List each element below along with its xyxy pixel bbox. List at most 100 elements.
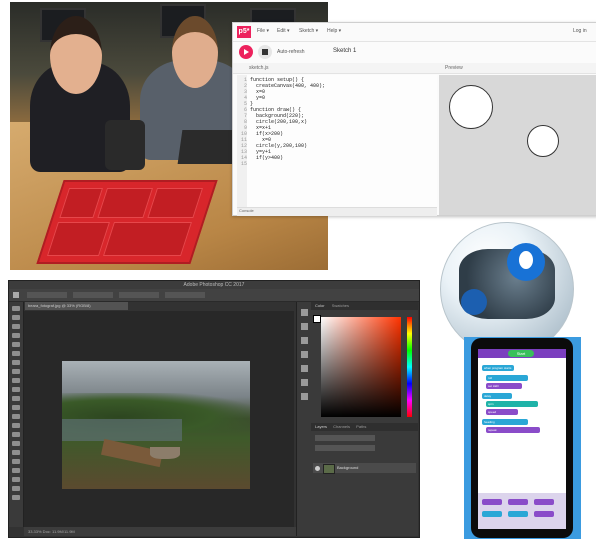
ps-dock-icon[interactable] <box>300 323 308 330</box>
palette-block[interactable] <box>508 499 528 505</box>
ps-status-bar: 33.33% Doc: 11.9M/11.9M <box>24 527 298 536</box>
tab-channels[interactable]: Channels <box>328 424 350 429</box>
ps-dock-icon[interactable] <box>300 365 308 372</box>
ps-dock-icon[interactable] <box>300 393 308 400</box>
ps-dock-icon[interactable] <box>300 309 308 316</box>
file-tab[interactable]: sketch.js <box>249 65 268 71</box>
stop-icon <box>262 49 268 55</box>
menu-sketch[interactable]: Sketch ▾ <box>299 28 318 34</box>
ps-option-field[interactable] <box>73 292 113 298</box>
ps-options-bar <box>9 289 419 302</box>
ps-tool-icon[interactable] <box>12 423 20 428</box>
ps-tool-icon[interactable] <box>12 495 20 500</box>
ps-tool-icon[interactable] <box>12 387 20 392</box>
landscape-photo <box>62 361 250 489</box>
ps-tool-icon[interactable] <box>12 432 20 437</box>
preview-label: Preview <box>445 65 463 71</box>
palette-block[interactable] <box>482 511 502 517</box>
ps-tool-icon[interactable] <box>12 459 20 464</box>
start-button[interactable]: Start <box>508 350 534 357</box>
ps-tool-icon[interactable] <box>12 405 20 410</box>
block-palette <box>478 493 566 529</box>
tab-layers[interactable]: Layers <box>311 424 327 429</box>
code-block[interactable]: roll <box>486 375 528 381</box>
foreground-color-swatch[interactable] <box>313 315 321 323</box>
line-number: 15 <box>240 161 247 167</box>
auto-refresh-checkbox[interactable]: Auto-refresh <box>277 49 305 55</box>
ps-document-tab[interactable]: beara_fotograf.jpg @ 33% (RGB/8) <box>25 302 128 310</box>
sphero-eye-highlight <box>519 251 533 269</box>
ps-option-field[interactable] <box>27 292 67 298</box>
sketch-name[interactable]: Sketch 1 <box>333 48 356 54</box>
ps-dock-icon[interactable] <box>300 379 308 386</box>
menu-help[interactable]: Help ▾ <box>327 28 341 34</box>
ps-option-field[interactable] <box>165 292 205 298</box>
code-block[interactable]: heading <box>482 419 528 425</box>
sphero-wheel <box>461 289 487 315</box>
ps-tool-icon[interactable] <box>12 477 20 482</box>
sphero-robot-photo <box>440 222 574 356</box>
pond <box>62 419 182 441</box>
ps-tool-icon[interactable] <box>12 351 20 356</box>
console-bar[interactable]: Console <box>237 207 437 216</box>
menu-edit[interactable]: Edit ▾ <box>277 28 290 34</box>
student-left-head <box>50 16 102 94</box>
tab-paths[interactable]: Paths <box>351 424 366 429</box>
code-block[interactable]: speed <box>486 409 518 415</box>
photoshop-window: Adobe Photoshop CC 2017 beara_fotograf.j… <box>8 280 420 538</box>
code-block[interactable]: set LED <box>486 383 522 389</box>
ps-tool-icon[interactable] <box>12 324 20 329</box>
p5-logo: p5* <box>237 26 251 38</box>
p5-menubar: p5* File ▾ Edit ▾ Sketch ▾ Help ▾ Log in <box>233 23 596 42</box>
ps-tool-icon[interactable] <box>12 486 20 491</box>
menu-file[interactable]: File ▾ <box>257 28 269 34</box>
code-editor[interactable]: function setup() { createCanvas(400, 400… <box>247 75 437 207</box>
palette-block[interactable] <box>534 511 554 517</box>
ps-toolbar <box>9 302 24 527</box>
sketch-preview <box>439 75 596 215</box>
play-icon <box>244 49 249 55</box>
tab-swatches[interactable]: Swatches <box>326 303 349 308</box>
ps-tool-icon[interactable] <box>12 441 20 446</box>
code-block[interactable]: delay <box>482 393 512 399</box>
lego-parts-tray <box>36 180 218 264</box>
login-link[interactable]: Log in <box>573 28 587 34</box>
palette-block[interactable] <box>534 499 554 505</box>
preview-circle <box>527 125 559 157</box>
ps-dock-icon[interactable] <box>300 351 308 358</box>
code-block[interactable]: when program starts <box>482 365 514 371</box>
eye-icon[interactable] <box>315 466 320 471</box>
layer-kind-filter[interactable] <box>315 435 375 441</box>
ps-tool-icon[interactable] <box>12 306 20 311</box>
palette-block[interactable] <box>508 511 528 517</box>
ps-color-tabs: Color Swatches <box>311 302 418 310</box>
tab-color[interactable]: Color <box>311 303 325 308</box>
home-icon[interactable] <box>13 292 19 298</box>
ps-tool-icon[interactable] <box>12 468 20 473</box>
ps-layers-tabs: Layers Channels Paths <box>311 423 418 431</box>
ps-tool-icon[interactable] <box>12 396 20 401</box>
ps-panel-dock <box>296 302 312 536</box>
code-line: if(y>400) <box>250 155 284 161</box>
palette-block[interactable] <box>482 499 502 505</box>
ps-tool-icon[interactable] <box>12 369 20 374</box>
p5-tabbar: sketch.js Preview <box>233 63 596 74</box>
ps-tool-icon[interactable] <box>12 360 20 365</box>
student-right-head <box>172 16 218 88</box>
ps-tool-icon[interactable] <box>12 450 20 455</box>
sphero-edu-screen: Start when program starts roll set LED d… <box>478 349 566 529</box>
ps-tool-icon[interactable] <box>12 414 20 419</box>
code-block[interactable]: repeat <box>486 427 540 433</box>
lego-robot <box>105 120 145 170</box>
ps-tool-icon[interactable] <box>12 378 20 383</box>
ps-title: Adobe Photoshop CC 2017 <box>9 281 419 289</box>
color-picker-field[interactable] <box>321 317 401 417</box>
ps-dock-icon[interactable] <box>300 337 308 344</box>
ps-option-field[interactable] <box>119 292 159 298</box>
code-block[interactable]: spin <box>486 401 538 407</box>
ps-tool-icon[interactable] <box>12 315 20 320</box>
ps-tool-icon[interactable] <box>12 342 20 347</box>
ps-tool-icon[interactable] <box>12 333 20 338</box>
hue-slider[interactable] <box>407 317 412 417</box>
blend-mode-select[interactable] <box>315 445 375 451</box>
